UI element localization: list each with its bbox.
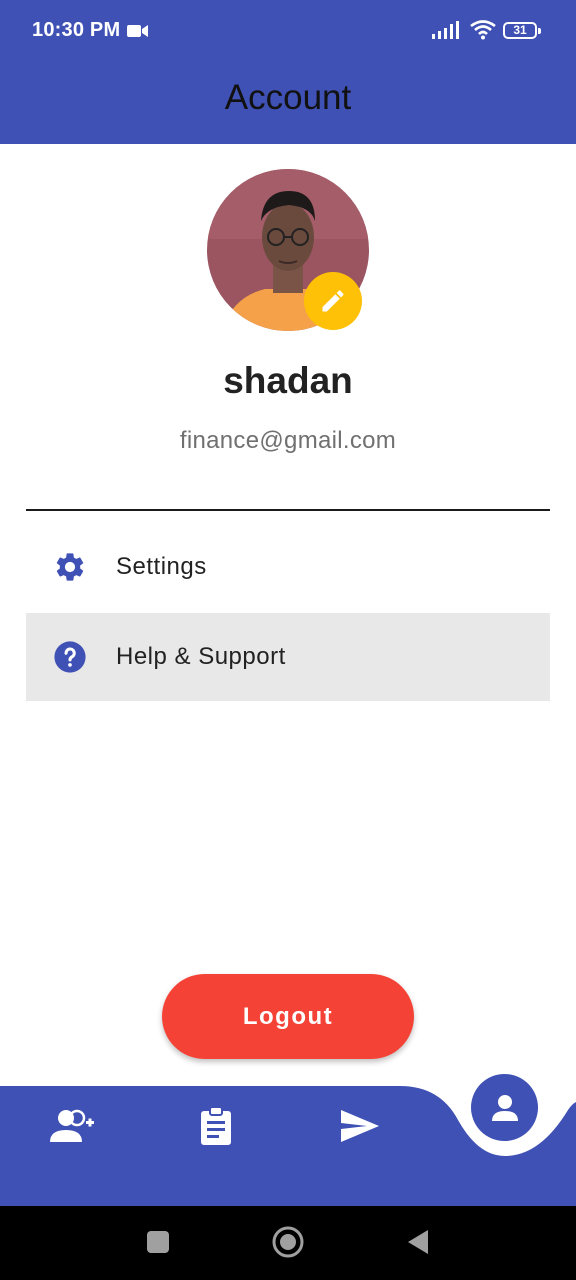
recents-button[interactable] — [144, 1222, 172, 1262]
pencil-icon — [322, 290, 344, 312]
nav-account-button[interactable] — [471, 1074, 538, 1141]
back-triangle-icon — [408, 1230, 428, 1254]
status-bar: 10:30 PM 31 — [0, 0, 576, 64]
home-button[interactable] — [268, 1222, 308, 1262]
back-button[interactable] — [402, 1222, 434, 1262]
circle-icon — [272, 1226, 304, 1258]
video-camera-icon — [127, 25, 148, 37]
nav-clipboard-button[interactable] — [192, 1100, 240, 1152]
menu-item-label: Help & Support — [116, 643, 286, 670]
battery-icon: 31 — [503, 22, 541, 39]
account-icon — [491, 1094, 518, 1121]
menu-item-label: Settings — [116, 553, 207, 580]
gear-icon — [52, 549, 88, 585]
nav-send-button[interactable] — [334, 1100, 386, 1152]
edit-avatar-button[interactable] — [304, 272, 362, 330]
user-email: finance@gmail.com — [179, 427, 397, 454]
add-user-icon — [50, 1109, 94, 1142]
send-icon — [341, 1110, 379, 1142]
page-title: Account — [224, 78, 352, 117]
avatar-container — [207, 169, 369, 331]
divider — [26, 509, 550, 511]
logout-button[interactable]: Logout — [162, 974, 414, 1059]
nav-add-user-button[interactable] — [46, 1100, 98, 1152]
menu-item-settings[interactable]: Settings — [26, 523, 550, 611]
help-circle-icon — [52, 639, 88, 675]
menu-item-help-support[interactable]: Help & Support — [26, 613, 550, 701]
square-icon — [147, 1231, 169, 1253]
wifi-icon — [470, 20, 496, 40]
status-time: 10:30 PM — [32, 19, 121, 41]
signal-icon — [432, 21, 459, 39]
battery-level: 31 — [513, 23, 527, 37]
user-name: shadan — [223, 360, 353, 401]
clipboard-icon — [201, 1106, 231, 1145]
